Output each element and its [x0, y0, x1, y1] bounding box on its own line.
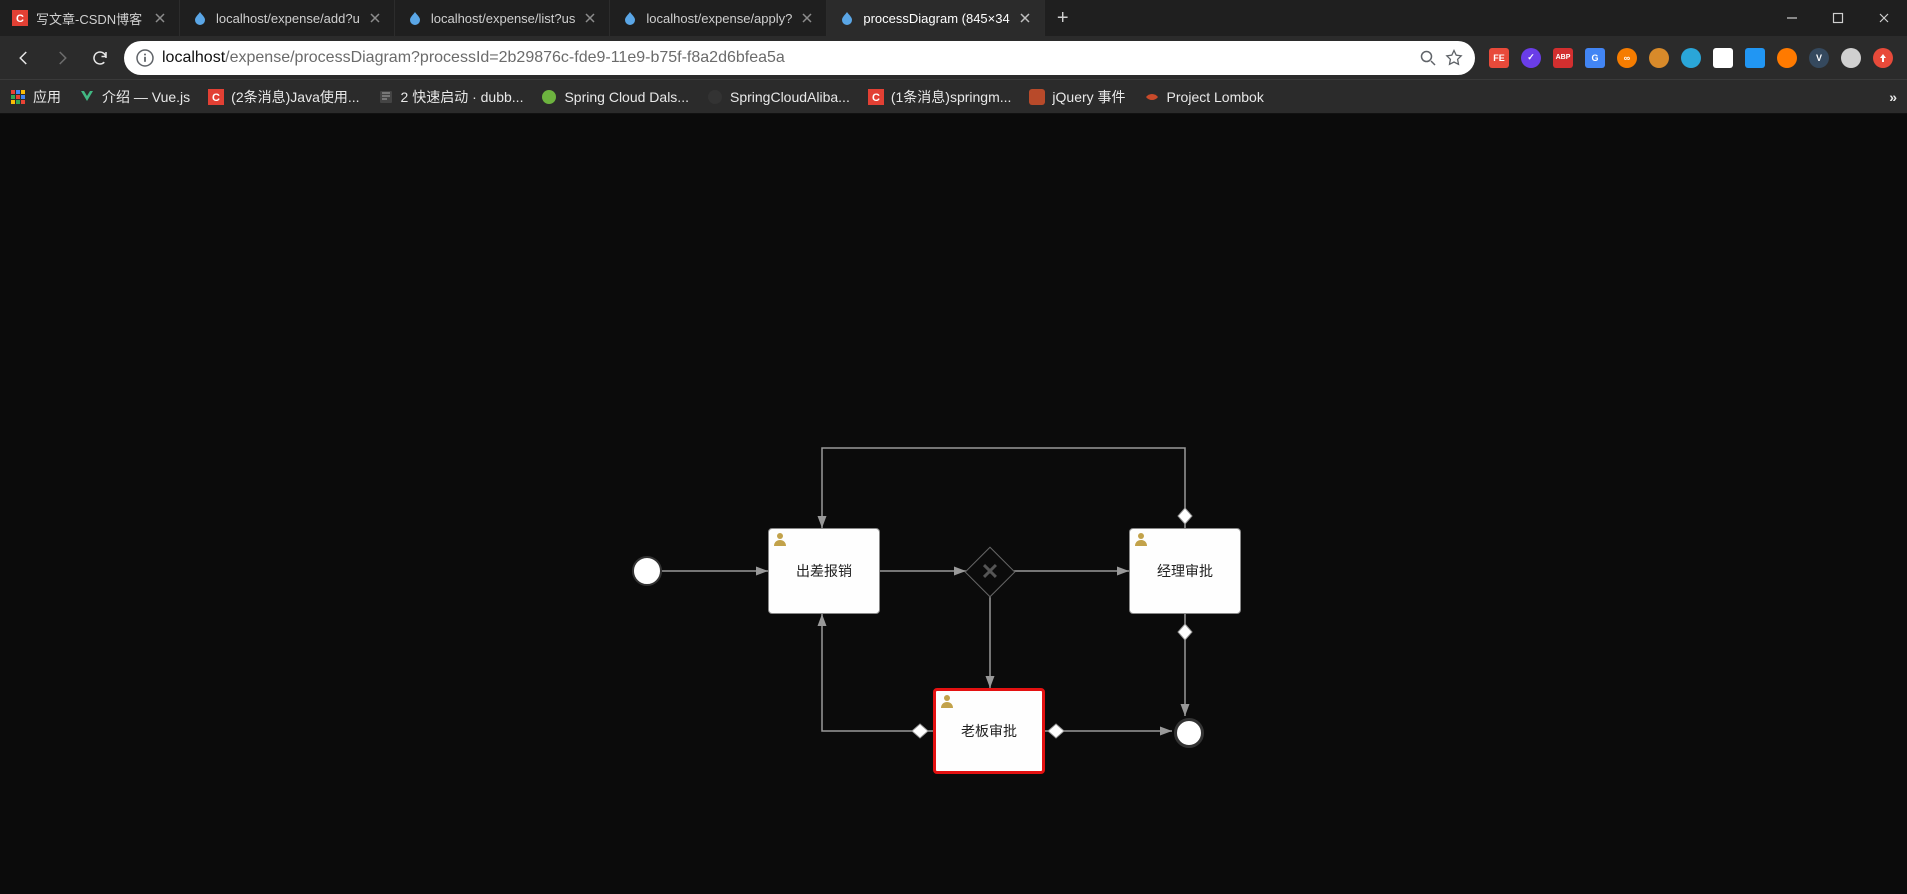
page-content: 出差报销 ✕ 经理审批 老板审批	[0, 114, 1907, 894]
tab-favicon	[839, 10, 855, 26]
bookmark-star-icon[interactable]	[1445, 49, 1463, 67]
url-path: /expense/processDiagram?processId=2b2987…	[225, 49, 785, 66]
bookmark-label: 介绍 — Vue.js	[102, 87, 190, 107]
extension-fe-icon[interactable]: FE	[1489, 48, 1509, 68]
site-info-icon[interactable]	[136, 49, 154, 67]
close-icon[interactable]	[800, 11, 814, 25]
url-text[interactable]: localhost/expense/processDiagram?process…	[162, 49, 1411, 67]
tab-expense-add[interactable]: localhost/expense/add?u	[180, 0, 395, 36]
apps-icon	[10, 89, 26, 105]
book-icon	[378, 89, 394, 105]
close-icon[interactable]	[1018, 11, 1032, 25]
bpmn-end-event	[1174, 718, 1204, 748]
extension-grid-icon[interactable]	[1745, 48, 1765, 68]
bookmark-label: 2 快速启动 · dubb...	[401, 87, 524, 107]
tab-favicon	[192, 10, 208, 26]
profile-avatar[interactable]	[1841, 48, 1861, 68]
svg-text:C: C	[212, 92, 220, 104]
close-icon[interactable]	[583, 11, 597, 25]
tab-csdn[interactable]: C 写文章-CSDN博客	[0, 0, 180, 36]
bpmn-task-label: 老板审批	[961, 721, 1017, 741]
new-tab-button[interactable]: +	[1045, 0, 1081, 36]
tab-favicon	[407, 10, 423, 26]
tab-favicon	[622, 10, 638, 26]
jquery-icon	[1029, 89, 1045, 105]
tab-process-diagram[interactable]: processDiagram (845×34	[827, 0, 1044, 36]
spring-icon	[541, 89, 557, 105]
bookmark-label: (2条消息)Java使用...	[231, 87, 359, 107]
reload-button[interactable]	[86, 44, 114, 72]
extension-cn-icon[interactable]	[1713, 48, 1733, 68]
zoom-icon[interactable]	[1419, 49, 1437, 67]
extension-oc-icon[interactable]	[1777, 48, 1797, 68]
bookmark-label: Spring Cloud Dals...	[564, 89, 689, 105]
bpmn-start-event	[632, 556, 662, 586]
user-task-icon	[940, 694, 954, 708]
extension-monkey-icon[interactable]	[1649, 48, 1669, 68]
forward-button[interactable]	[48, 44, 76, 72]
bookmark-springcloud-alibaba[interactable]: SpringCloudAliba...	[707, 89, 850, 105]
user-task-icon	[1134, 532, 1148, 546]
bookmark-springcloud[interactable]: Spring Cloud Dals...	[541, 89, 689, 105]
bookmark-csdn-java[interactable]: C (2条消息)Java使用...	[208, 87, 359, 107]
gateway-x-icon: ✕	[973, 555, 1007, 589]
extension-icons: FE ✓ ABP G ∞ V	[1485, 48, 1897, 68]
tab-favicon: C	[12, 10, 28, 26]
github-icon	[707, 89, 723, 105]
bookmark-dubbo[interactable]: 2 快速启动 · dubb...	[378, 87, 524, 107]
csdn-icon: C	[208, 89, 224, 105]
tab-title: localhost/expense/add?u	[216, 11, 360, 26]
extension-abp-icon[interactable]: ABP	[1553, 48, 1573, 68]
tab-title: 写文章-CSDN博客	[36, 9, 145, 28]
bookmark-vue[interactable]: 介绍 — Vue.js	[79, 87, 190, 107]
close-icon[interactable]	[153, 11, 167, 25]
bpmn-task-label: 出差报销	[796, 561, 852, 581]
tab-expense-apply[interactable]: localhost/expense/apply?	[610, 0, 827, 36]
svg-text:C: C	[872, 92, 880, 104]
tab-title: localhost/expense/list?us	[431, 11, 576, 26]
bookmark-label: 应用	[33, 87, 61, 107]
bookmark-lombok[interactable]: Project Lombok	[1144, 89, 1264, 105]
vue-icon	[79, 89, 95, 105]
tabs-strip: C 写文章-CSDN博客 localhost/expense/add?u loc…	[0, 0, 1769, 36]
extension-check-icon[interactable]: ✓	[1521, 48, 1541, 68]
diagram-edges	[0, 114, 1907, 894]
bpmn-task-boss-approval: 老板审批	[933, 688, 1045, 774]
tab-title: localhost/expense/apply?	[646, 11, 792, 26]
bpmn-task-label: 经理审批	[1157, 561, 1213, 581]
maximize-button[interactable]	[1815, 0, 1861, 36]
extension-orange-icon[interactable]: ∞	[1617, 48, 1637, 68]
extension-vue-icon[interactable]: V	[1809, 48, 1829, 68]
url-host: localhost	[162, 49, 225, 66]
update-badge-icon[interactable]	[1873, 48, 1893, 68]
csdn-icon: C	[868, 89, 884, 105]
back-button[interactable]	[10, 44, 38, 72]
bookmarks-bar: 应用 介绍 — Vue.js C (2条消息)Java使用... 2 快速启动 …	[0, 80, 1907, 114]
bpmn-diagram: 出差报销 ✕ 经理审批 老板审批	[0, 114, 1907, 894]
toolbar: localhost/expense/processDiagram?process…	[0, 36, 1907, 80]
bookmark-label: jQuery 事件	[1052, 87, 1125, 107]
bookmark-apps[interactable]: 应用	[10, 87, 61, 107]
close-icon[interactable]	[368, 11, 382, 25]
extension-feather-icon[interactable]	[1681, 48, 1701, 68]
svg-text:C: C	[16, 13, 24, 25]
bookmark-label: Project Lombok	[1167, 89, 1264, 105]
minimize-button[interactable]	[1769, 0, 1815, 36]
lombok-icon	[1144, 89, 1160, 105]
address-bar[interactable]: localhost/expense/processDiagram?process…	[124, 41, 1475, 75]
titlebar: C 写文章-CSDN博客 localhost/expense/add?u loc…	[0, 0, 1907, 36]
bookmark-overflow-button[interactable]: »	[1889, 89, 1897, 105]
tab-title: processDiagram (845×34	[863, 11, 1009, 26]
extension-translate-icon[interactable]: G	[1585, 48, 1605, 68]
bpmn-task-travel-expense: 出差报销	[768, 528, 880, 614]
bpmn-task-manager-approval: 经理审批	[1129, 528, 1241, 614]
bookmark-springmvc[interactable]: C (1条消息)springm...	[868, 87, 1012, 107]
bookmark-label: SpringCloudAliba...	[730, 89, 850, 105]
window-controls	[1769, 0, 1907, 36]
tab-expense-list[interactable]: localhost/expense/list?us	[395, 0, 611, 36]
close-window-button[interactable]	[1861, 0, 1907, 36]
bookmark-label: (1条消息)springm...	[891, 87, 1012, 107]
user-task-icon	[773, 532, 787, 546]
bookmark-jquery[interactable]: jQuery 事件	[1029, 87, 1125, 107]
